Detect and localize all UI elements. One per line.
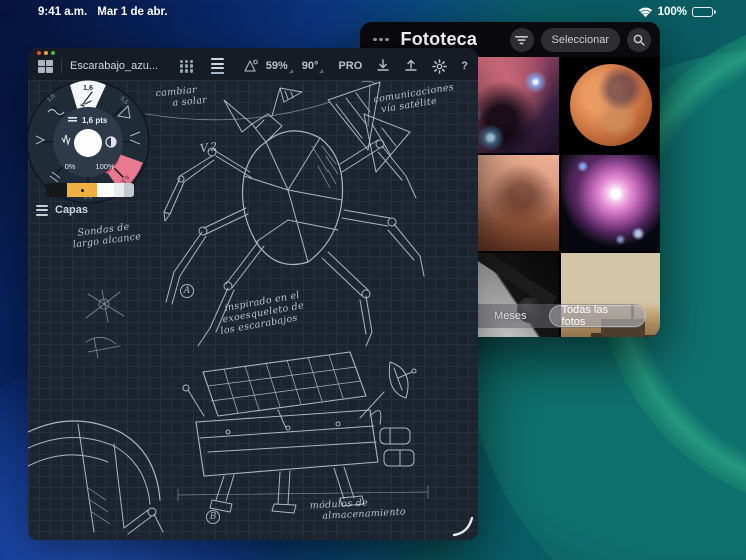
- stroke-size-value: 1,6 pts: [82, 116, 108, 125]
- window-menu-ellipsis-icon[interactable]: [373, 38, 389, 42]
- active-tool-size-label: 1,6: [83, 85, 93, 92]
- opacity-max: 100%: [95, 162, 115, 171]
- swatch-black[interactable]: [46, 183, 67, 197]
- photo-orion-nebula[interactable]: [561, 155, 660, 251]
- annotation-cambiar: cambiar a solar: [155, 84, 207, 110]
- swatch-light-gray[interactable]: [114, 183, 124, 197]
- help-button[interactable]: ?: [461, 60, 468, 72]
- search-icon: [633, 34, 645, 46]
- battery-icon: [692, 7, 716, 17]
- brush-preview-dot: [74, 129, 102, 157]
- status-bar: 9:41 a.m. Mar 1 de abr. 100%: [0, 0, 746, 24]
- filter-lines-icon: [515, 35, 528, 45]
- minimize-icon[interactable]: [44, 51, 48, 55]
- drawing-app-window: Escarabajo_azu... 59% 90° PRO: [28, 48, 478, 540]
- swatch-gray[interactable]: [124, 183, 134, 197]
- layers-label: Capas: [55, 204, 88, 216]
- annotation-marker-b: B: [206, 510, 220, 524]
- segment-all-photos[interactable]: Todas las fotos: [549, 305, 646, 327]
- swatch-white[interactable]: [97, 183, 114, 197]
- vector-pen-icon[interactable]: [242, 59, 258, 74]
- search-button[interactable]: [627, 28, 651, 52]
- maximize-icon[interactable]: [51, 51, 55, 55]
- annotation-marker-a: A: [180, 284, 194, 298]
- export-icon[interactable]: [404, 59, 418, 73]
- settings-gear-icon[interactable]: [432, 59, 447, 74]
- battery-percent: 100%: [658, 6, 687, 18]
- opacity-min: 0%: [65, 162, 76, 171]
- gallery-icon[interactable]: [38, 60, 53, 73]
- import-icon[interactable]: [376, 59, 390, 73]
- drawing-canvas[interactable]: cambiar a solar comunicaciones vía satél…: [28, 80, 478, 540]
- photos-app-title: Fototeca: [401, 29, 478, 50]
- photo-mars-planet[interactable]: [561, 57, 660, 153]
- layers-button[interactable]: Capas: [36, 204, 88, 216]
- mars-sphere: [570, 64, 652, 146]
- swatch-orange-selected[interactable]: [67, 183, 97, 197]
- brush-grid-icon[interactable]: [180, 60, 193, 73]
- select-button[interactable]: Seleccionar: [541, 28, 620, 52]
- clock: 9:41 a.m.: [38, 6, 87, 18]
- segment-months[interactable]: Meses: [482, 310, 539, 322]
- window-controls[interactable]: [37, 51, 55, 55]
- zoom-level[interactable]: 59%: [266, 60, 288, 72]
- rotation-value[interactable]: 90°: [302, 60, 319, 72]
- wifi-icon: [638, 7, 653, 18]
- filter-button[interactable]: [510, 28, 534, 52]
- page-curl-handle[interactable]: [451, 514, 475, 538]
- annotation-version: V.2: [199, 141, 218, 154]
- close-icon[interactable]: [37, 51, 41, 55]
- color-palette[interactable]: [46, 183, 134, 197]
- timeline-segmented-control: Meses Todas las fotos: [456, 304, 646, 328]
- spacecraft-arm: [473, 253, 557, 308]
- precision-panel-icon[interactable]: [211, 58, 224, 74]
- document-title[interactable]: Escarabajo_azu...: [70, 60, 158, 72]
- layers-icon: [36, 205, 48, 216]
- date: Mar 1 de abr.: [97, 6, 167, 18]
- pro-badge[interactable]: PRO: [338, 60, 362, 72]
- drawing-toolbar: Escarabajo_azu... 59% 90° PRO: [28, 48, 478, 80]
- divider: [61, 58, 62, 74]
